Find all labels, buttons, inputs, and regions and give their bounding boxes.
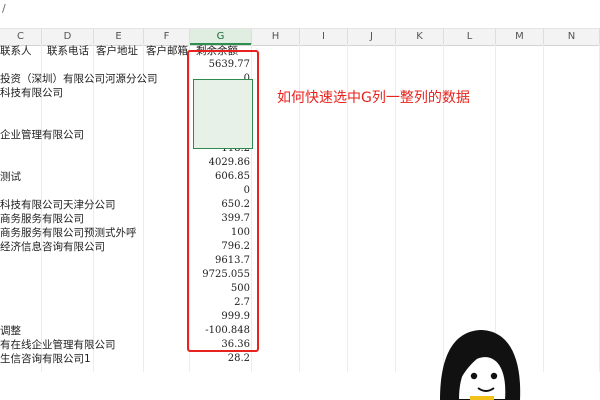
header-email[interactable]: 客户邮箱 bbox=[146, 44, 188, 58]
column-g-highlight-frame bbox=[187, 50, 259, 352]
column-header-i[interactable]: I bbox=[300, 29, 348, 45]
table-row: 测试 606.85 bbox=[0, 170, 600, 184]
toolbar-strip: / bbox=[0, 0, 600, 22]
column-header-d[interactable]: D bbox=[42, 29, 94, 45]
table-row: 682.9 bbox=[0, 114, 600, 128]
table-row: 经济信息咨询有限公司 796.2 bbox=[0, 240, 600, 254]
table-row: 投资（深圳）有限公司河源分公司0 bbox=[0, 72, 600, 86]
cell-company[interactable]: 测试 bbox=[0, 170, 21, 184]
column-header-h[interactable]: H bbox=[252, 29, 300, 45]
table-row: 4029.86 bbox=[0, 156, 600, 170]
cell-company[interactable]: 投资（深圳）有限公司河源分公司 bbox=[0, 72, 158, 86]
table-row: 商务服务有限公司 399.7 bbox=[0, 212, 600, 226]
cell-balance[interactable]: 28.2 bbox=[190, 352, 250, 366]
cell-company[interactable]: 经济信息咨询有限公司 bbox=[0, 240, 105, 254]
table-row: 5639.77 bbox=[0, 58, 600, 72]
cell-company[interactable]: 调整 bbox=[0, 324, 21, 338]
column-header-f[interactable]: F bbox=[144, 29, 190, 45]
column-header-j[interactable]: J bbox=[348, 29, 396, 45]
table-row: 企业管理有限公司0 bbox=[0, 128, 600, 142]
cell-company[interactable]: 科技有限公司 bbox=[0, 86, 63, 100]
column-header-n[interactable]: N bbox=[544, 29, 600, 45]
header-phone[interactable]: 联系电话 bbox=[47, 44, 89, 58]
cell-company[interactable]: 科技有限公司天津分公司 bbox=[0, 198, 116, 212]
cell-company[interactable]: 企业管理有限公司 bbox=[0, 128, 84, 142]
caption-text: 如何快速选中G列一整列的数据 bbox=[277, 90, 470, 106]
table-row: 0 bbox=[0, 184, 600, 198]
table-row: 118.2 bbox=[0, 142, 600, 156]
cell-company[interactable]: 有在线企业管理有限公司 bbox=[0, 338, 116, 352]
cell-company[interactable]: 生信咨询有限公司1 bbox=[0, 352, 91, 366]
toolbar-fragment: / bbox=[2, 2, 6, 15]
cell-company[interactable]: 商务服务有限公司预测式外呼 bbox=[0, 226, 137, 240]
cartoon-avatar-illustration bbox=[440, 330, 521, 400]
column-header-k[interactable]: K bbox=[396, 29, 444, 45]
table-row: 科技有限公司天津分公司 650.2 bbox=[0, 198, 600, 212]
header-address[interactable]: 客户地址 bbox=[96, 44, 138, 58]
table-row: 9725.055 bbox=[0, 268, 600, 282]
spreadsheet[interactable]: CDEFGHIJKLMN 联系人 联系电话 客户地址 客户邮箱 剩余余额 5639.77 投… bbox=[0, 22, 600, 372]
header-contact[interactable]: 联系人 bbox=[0, 44, 32, 58]
table-row: 2.7 bbox=[0, 296, 600, 310]
column-header-e[interactable]: E bbox=[94, 29, 144, 45]
table-row: 500 bbox=[0, 282, 600, 296]
cell-company[interactable]: 商务服务有限公司 bbox=[0, 212, 84, 226]
table-row: 9613.7 bbox=[0, 254, 600, 268]
column-header-m[interactable]: M bbox=[496, 29, 544, 45]
header-row: 联系人 联系电话 客户地址 客户邮箱 剩余余额 bbox=[0, 44, 600, 58]
table-row: 商务服务有限公司预测式外呼 100 bbox=[0, 226, 600, 240]
column-header-c[interactable]: C bbox=[0, 29, 42, 45]
column-header-g[interactable]: G bbox=[190, 29, 252, 45]
column-header-l[interactable]: L bbox=[444, 29, 496, 45]
